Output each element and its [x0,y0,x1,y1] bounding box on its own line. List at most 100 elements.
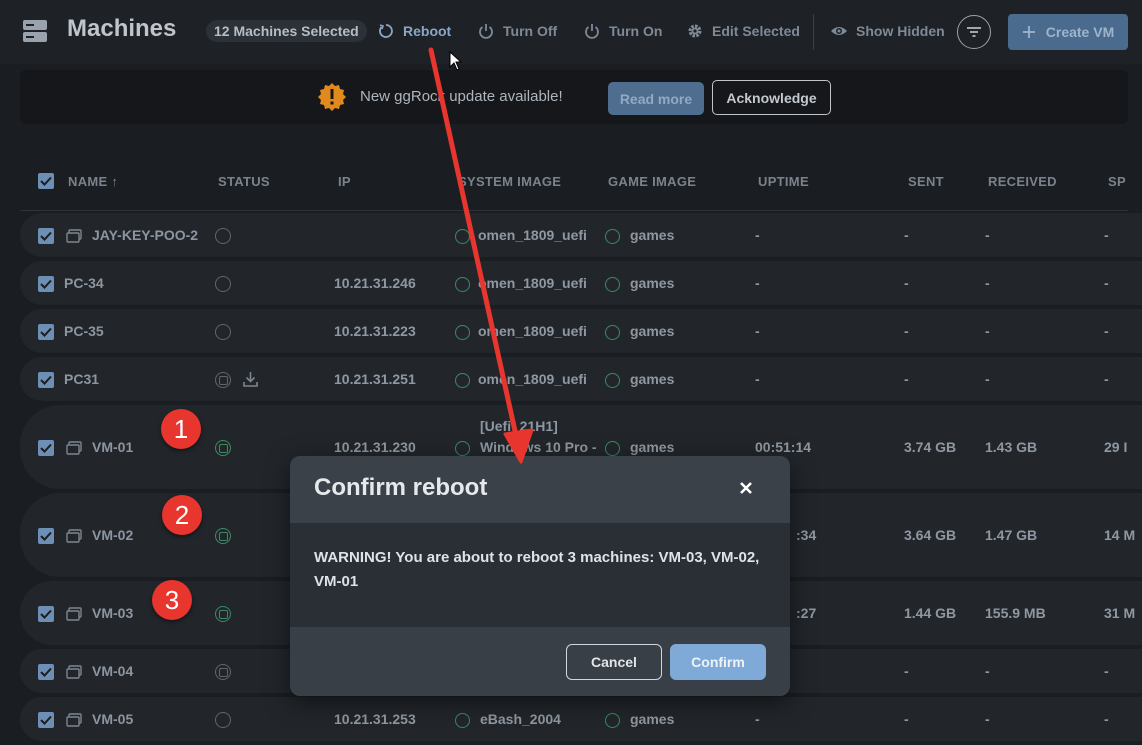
edit-selected-label: Edit Selected [712,23,800,39]
image-status-icon [605,373,620,388]
row-checkbox[interactable] [38,440,54,456]
received: 1.47 GB [985,527,1038,543]
confirm-reboot-dialog: Confirm reboot WARNING! You are about to… [290,456,790,696]
image-status-icon [605,277,620,292]
column-header-name[interactable]: NAME ↑ [68,174,118,189]
column-header-status[interactable]: STATUS [218,174,270,189]
reboot-button[interactable]: Reboot [377,20,451,42]
row-checkbox[interactable] [38,664,54,680]
check-icon [40,715,52,725]
game-image: games [630,711,675,727]
machine-icon [66,529,82,543]
row-checkbox[interactable] [38,228,54,244]
download-icon [243,372,258,387]
create-vm-button[interactable]: Create VM [1008,14,1128,50]
confirm-button[interactable]: Confirm [670,644,766,680]
turn-off-button[interactable]: Turn Off [477,20,557,42]
show-hidden-button[interactable]: Show Hidden [830,20,945,42]
filter-button[interactable] [957,15,991,49]
column-header-game-image[interactable]: GAME IMAGE [608,174,696,189]
show-hidden-label: Show Hidden [856,23,945,39]
sent: - [904,275,909,291]
row-checkbox[interactable] [38,528,54,544]
status-offline-icon [215,228,231,244]
status-idle-icon [215,664,231,680]
row-checkbox[interactable] [38,324,54,340]
speed: - [1104,323,1109,339]
row-checkbox[interactable] [38,712,54,728]
ip-address: 10.21.31.230 [334,439,416,455]
system-image: Windows 10 Pro - [480,439,597,455]
dialog-header: Confirm reboot [290,456,790,523]
acknowledge-button[interactable]: Acknowledge [712,80,831,115]
uptime: - [755,275,760,291]
column-header-speed[interactable]: SP [1108,174,1126,189]
game-image: games [630,439,675,455]
status-offline-icon [215,712,231,728]
machine-name: VM-01 [92,439,134,455]
row-checkbox[interactable] [38,372,54,388]
image-status-icon [455,713,470,728]
image-status-icon [455,441,470,456]
system-image: omen_1809_uefi [478,227,587,243]
column-header-system-image[interactable]: SYSTEM IMAGE [458,174,561,189]
top-toolbar: Machines 12 Machines Selected Reboot Tur… [0,0,1142,64]
image-status-icon [605,713,620,728]
received: 1.43 GB [985,439,1038,455]
create-vm-label: Create VM [1045,24,1115,40]
speed: - [1104,227,1109,243]
table-row[interactable] [20,697,1142,741]
select-all-checkbox[interactable] [38,173,54,189]
sent: 3.74 GB [904,439,957,455]
warning-badge-icon [318,83,346,111]
dialog-footer: Cancel Confirm [290,627,790,696]
filter-icon [967,27,981,37]
edit-selected-button[interactable]: Edit Selected [686,20,800,42]
page-title: Machines [67,15,177,42]
machine-name: JAY-KEY-POO-2 [92,227,199,243]
eye-icon [831,27,847,35]
mouse-cursor-icon [449,51,463,71]
received: - [985,663,990,679]
machine-name: VM-04 [92,663,134,679]
machine-name: VM-05 [92,711,134,727]
column-name-label: NAME [68,174,108,189]
table-header: NAME ↑ STATUS IP SYSTEM IMAGE GAME IMAGE… [0,164,1142,200]
column-header-sent[interactable]: SENT [908,174,944,189]
column-header-received[interactable]: RECEIVED [988,174,1057,189]
row-checkbox[interactable] [38,606,54,622]
check-icon [40,531,52,541]
sent: - [904,663,909,679]
cancel-button[interactable]: Cancel [566,644,662,680]
image-status-icon [455,325,470,340]
turn-on-button[interactable]: Turn On [583,20,662,42]
row-checkbox[interactable] [38,276,54,292]
check-icon [40,609,52,619]
uptime: :27 [796,605,817,621]
sent: - [904,227,909,243]
annotation-badge-1: 1 [161,409,201,449]
machine-name: PC-34 [64,275,104,291]
ip-address: 10.21.31.253 [334,711,416,727]
column-header-uptime[interactable]: UPTIME [758,174,809,189]
status-offline-icon [215,276,231,292]
sent: - [904,371,909,387]
speed: - [1104,663,1109,679]
close-icon[interactable] [737,479,755,497]
speed: - [1104,711,1109,727]
power-off-icon [479,24,493,39]
received: - [985,275,990,291]
uptime: - [755,323,760,339]
system-image: omen_1809_uefi [478,275,587,291]
speed: 14 M [1104,527,1136,543]
server-rack-icon [23,20,47,42]
read-more-button[interactable]: Read more [608,82,704,115]
status-online-icon [215,440,231,456]
toolbar-divider [813,14,814,50]
received: - [985,227,990,243]
uptime: - [755,711,760,727]
system-image-tag: [Uefi] 21H1] [480,418,558,434]
column-header-ip[interactable]: IP [338,174,351,189]
image-status-icon [455,373,470,388]
ip-address: 10.21.31.223 [334,323,416,339]
